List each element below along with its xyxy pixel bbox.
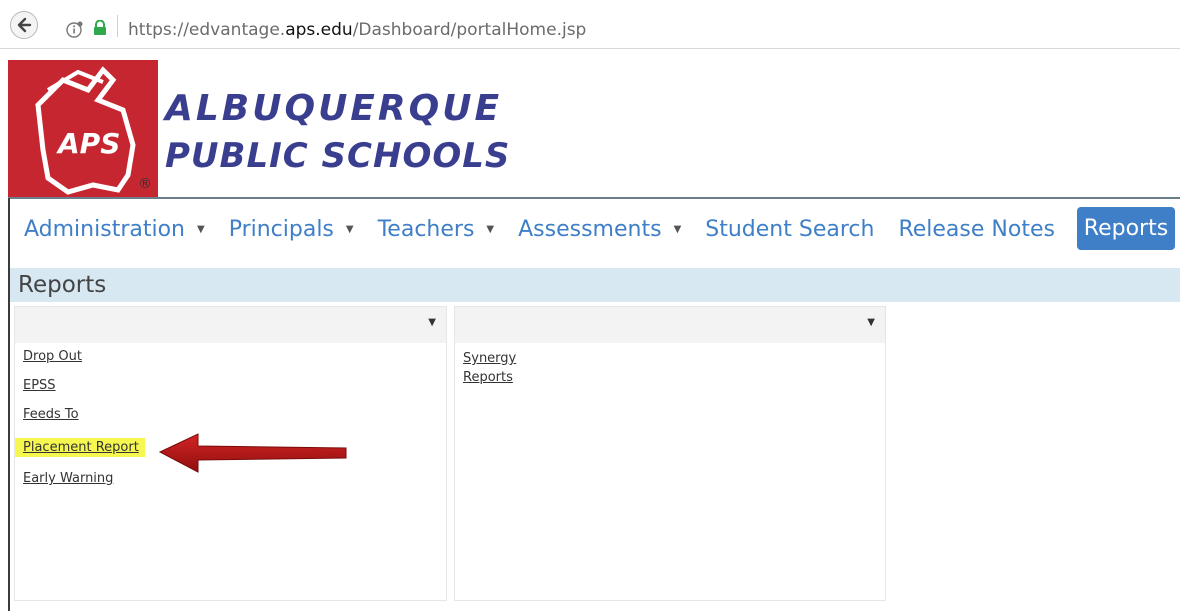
caret-down-icon: ▼ [486,223,495,235]
reports-panel-right: ▼ Synergy Reports [454,306,886,601]
browser-address-bar: https://edvantage.aps.edu/Dashboard/port… [0,0,1180,48]
site-header: APS ALBUQUERQUE PUBLIC SCHOOLS ® [0,56,1180,198]
logo-badge-text: APS [56,127,120,160]
address-separator [117,15,118,37]
address-bar-divider [0,48,1180,49]
page-title: Reports [18,272,107,298]
nav-label: Assessments [518,216,662,242]
caret-down-icon: ▼ [345,223,354,235]
back-arrow-icon [17,17,32,33]
url-domain: aps.edu [285,20,353,40]
link-placement-report[interactable]: Placement Report [15,438,145,457]
logo-line1: ALBUQUERQUE [165,88,503,129]
lock-icon [94,20,106,35]
link-line2: Reports [463,370,513,385]
panel-links: Synergy Reports [463,349,877,387]
caret-down-icon: ▼ [196,223,205,235]
link-epss[interactable]: EPSS [23,378,438,393]
main-nav: Administration ▼ Principals ▼ Teachers ▼ As… [24,205,1055,253]
url-field[interactable]: https://edvantage.aps.edu/Dashboard/port… [128,20,586,40]
link-drop-out[interactable]: Drop Out [23,349,438,364]
header-divider [8,197,1180,199]
caret-down-icon: ▼ [867,317,875,328]
content-left-border [8,198,10,611]
nav-assessments[interactable]: Assessments ▼ [518,217,681,242]
nav-label: Release Notes [898,216,1055,242]
nav-administration[interactable]: Administration ▼ [24,217,205,242]
info-icon[interactable] [66,21,84,39]
url-path: /Dashboard/portalHome.jsp [352,20,587,40]
panel-dropdown-header[interactable]: ▼ [455,307,885,343]
link-synergy-reports[interactable]: Synergy Reports [463,349,877,387]
registered-mark: ® [138,176,152,192]
panel-links: Drop Out EPSS Feeds To Placement Report … [15,349,438,500]
nav-label: Administration [24,216,185,242]
caret-down-icon: ▼ [673,223,682,235]
nav-reports-active[interactable]: Reports [1077,207,1175,250]
nav-label: Principals [228,216,334,242]
aps-logo[interactable]: APS [8,60,158,197]
nav-teachers[interactable]: Teachers ▼ [378,217,495,242]
panel-dropdown-header[interactable]: ▼ [15,307,446,343]
reports-header-bar: Reports [10,268,1180,302]
link-feeds-to[interactable]: Feeds To [23,407,438,422]
red-arrow-annotation [158,433,347,473]
back-button[interactable] [10,11,38,39]
url-prefix: https://edvantage. [128,20,286,40]
link-line1: Synergy [463,351,517,366]
nav-label: Student Search [705,216,875,242]
caret-down-icon: ▼ [428,317,436,328]
nav-release-notes[interactable]: Release Notes [898,217,1055,242]
logo-line2: PUBLIC SCHOOLS [165,136,511,176]
nav-principals[interactable]: Principals ▼ [229,217,354,242]
nav-label: Teachers [377,216,475,242]
nav-student-search[interactable]: Student Search [705,217,874,242]
